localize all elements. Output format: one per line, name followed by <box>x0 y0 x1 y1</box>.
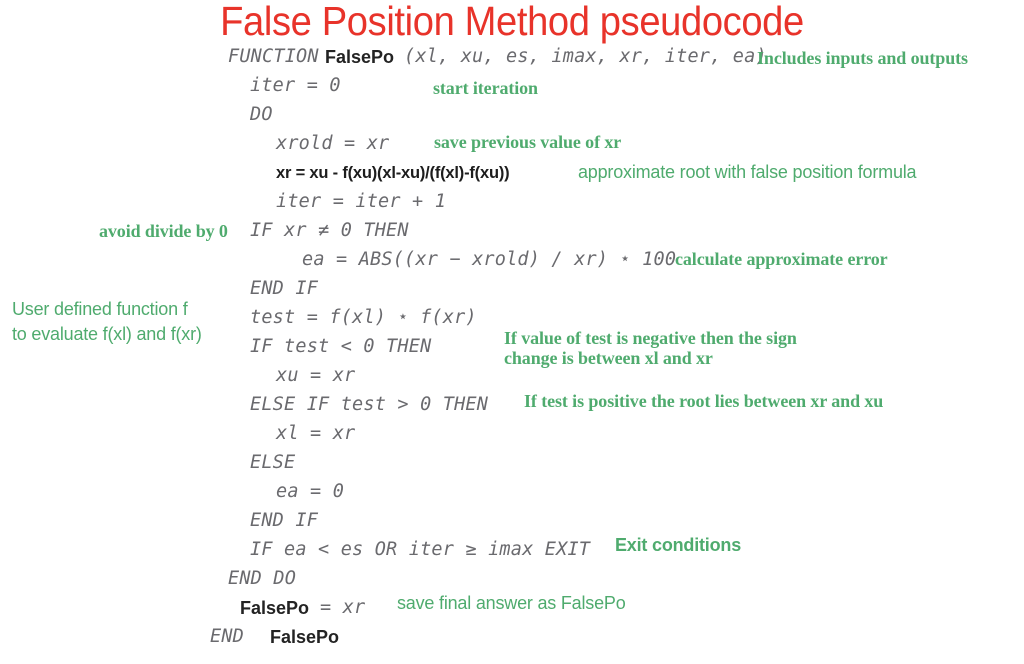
code-line-assign-xu: xu = xr <box>228 365 788 394</box>
code-keyword-end: END <box>210 626 245 647</box>
code-text: ea = ABS((xr − xrold) / xr) ⋆ 100 <box>302 249 677 270</box>
code-text: ELSE IF test > 0 THEN <box>250 394 489 415</box>
code-text: ea = 0 <box>276 481 345 502</box>
annotation-approximate-root: approximate root with false position for… <box>578 162 917 182</box>
annotation-includes-inputs-outputs: Includes inputs and outputs <box>757 48 968 68</box>
annotation-calculate-error: calculate approximate error <box>675 249 888 269</box>
annotation-test-negative-line1: If value of test is negative then the si… <box>504 328 797 348</box>
code-text: END IF <box>250 510 319 531</box>
code-text: END IF <box>250 278 319 299</box>
annotation-save-final-answer: save final answer as FalsePo <box>397 593 626 614</box>
code-line-function-signature: FUNCTION FalsePo (xl, xu, es, imax, xr, … <box>228 46 788 75</box>
code-line-end-function: END FalsePo <box>210 626 788 655</box>
code-function-name: FalsePo <box>325 47 395 67</box>
code-function-args: (xl, xu, es, imax, xr, iter, ea) <box>404 46 767 67</box>
code-line-ea-zero: ea = 0 <box>228 481 788 510</box>
annotation-save-previous-value: save previous value of xr <box>434 132 622 152</box>
code-text: xl = xr <box>276 423 356 444</box>
code-line-else: ELSE <box>228 452 788 481</box>
code-text: xrold = xr <box>276 133 390 154</box>
code-text: DO <box>250 104 273 125</box>
code-text: IF ea < es OR iter ≥ imax EXIT <box>250 539 591 560</box>
annotation-exit-conditions: Exit conditions <box>615 535 742 555</box>
code-line-do: DO <box>228 104 788 133</box>
annotation-start-iteration: start iteration <box>433 78 538 98</box>
code-text: iter = iter + 1 <box>276 191 447 212</box>
code-text: END DO <box>228 568 297 589</box>
code-function-name: FalsePo <box>240 598 310 618</box>
code-keyword-function: FUNCTION <box>228 46 319 67</box>
annotation-avoid-divide-by-zero: avoid divide by 0 <box>99 221 228 241</box>
code-text: test = f(xl) ⋆ f(xr) <box>250 307 477 328</box>
page-title: False Position Method pseudocode <box>220 0 804 44</box>
code-text: IF test < 0 THEN <box>250 336 432 357</box>
annotation-save-final-answer-name: FalsePo <box>560 593 626 613</box>
annotation-user-function-line2: to evaluate f(xl) and f(xr) <box>12 324 202 344</box>
code-line-end-if-1: END IF <box>228 278 788 307</box>
code-text: xu = xr <box>276 365 356 386</box>
code-text: iter = 0 <box>250 75 341 96</box>
code-function-name: FalsePo <box>270 627 340 647</box>
code-text: xr = xu - f(xu)(xl-xu)/(f(xl)-f(xu)) <box>276 164 510 182</box>
annotation-test-positive: If test is positive the root lies betwee… <box>524 391 884 411</box>
annotation-test-negative-line2: change is between xl and xr <box>504 348 713 368</box>
code-line-if-xr-nonzero: IF xr ≠ 0 THEN <box>228 220 788 249</box>
code-text: = xr <box>320 597 366 618</box>
code-text: IF xr ≠ 0 THEN <box>250 220 409 241</box>
code-line-iter-increment: iter = iter + 1 <box>228 191 788 220</box>
code-text: ELSE <box>250 452 296 473</box>
annotation-save-final-answer-text: save final answer as <box>397 593 561 613</box>
code-line-assign-xl: xl = xr <box>228 423 788 452</box>
annotation-user-function-line1: User defined function f <box>12 299 188 319</box>
